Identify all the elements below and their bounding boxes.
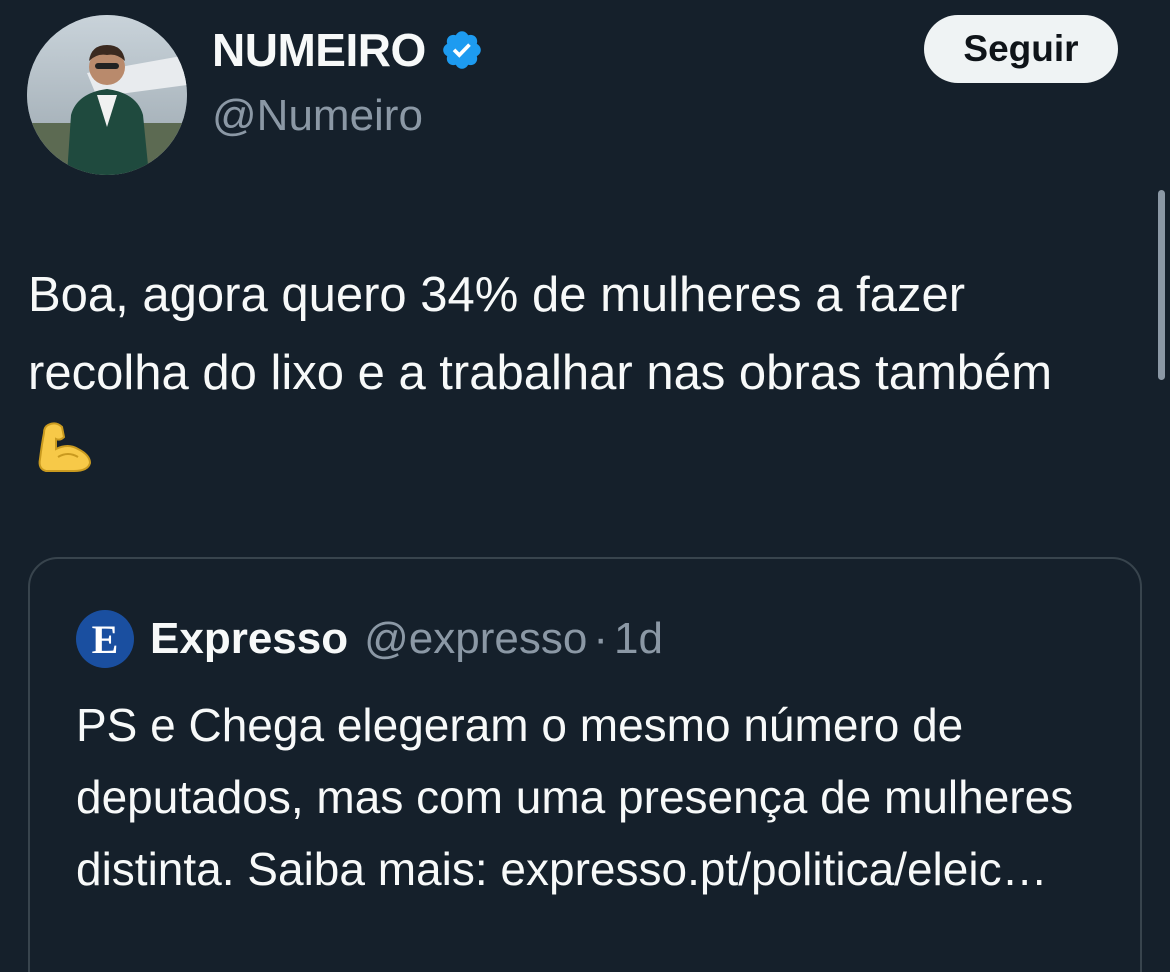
quoted-author-name[interactable]: Expresso [150, 614, 348, 664]
svg-text:E: E [92, 617, 119, 662]
expresso-logo-icon: E [76, 610, 134, 668]
profile-photo [27, 15, 187, 175]
flexed-biceps-emoji [38, 422, 92, 472]
tweet-text: Boa, agora quero 34% de mulheres a fazer… [28, 256, 1108, 490]
avatar[interactable] [27, 15, 187, 175]
verified-badge-icon [442, 31, 481, 69]
author-handle[interactable]: @Numeiro [212, 90, 423, 142]
author-display-name[interactable]: NUMEIRO [212, 22, 426, 78]
separator-dot: · [593, 614, 608, 663]
scrollbar[interactable] [1158, 190, 1165, 380]
quoted-tweet-text: PS e Chega elegeram o mesmo número de de… [76, 699, 1074, 895]
follow-button[interactable]: Seguir [924, 15, 1118, 83]
tweet-text-content: Boa, agora quero 34% de mulheres a fazer… [28, 268, 1053, 400]
author-name-row[interactable]: NUMEIRO [212, 22, 484, 78]
quoted-tweet-card[interactable]: E Expresso @expresso · 1d PS e Chega ele… [28, 557, 1142, 972]
quoted-tweet-time[interactable]: 1d [614, 614, 663, 664]
quoted-tweet-header: E Expresso @expresso · 1d [76, 610, 663, 668]
quoted-author-handle[interactable]: @expresso [364, 614, 587, 664]
